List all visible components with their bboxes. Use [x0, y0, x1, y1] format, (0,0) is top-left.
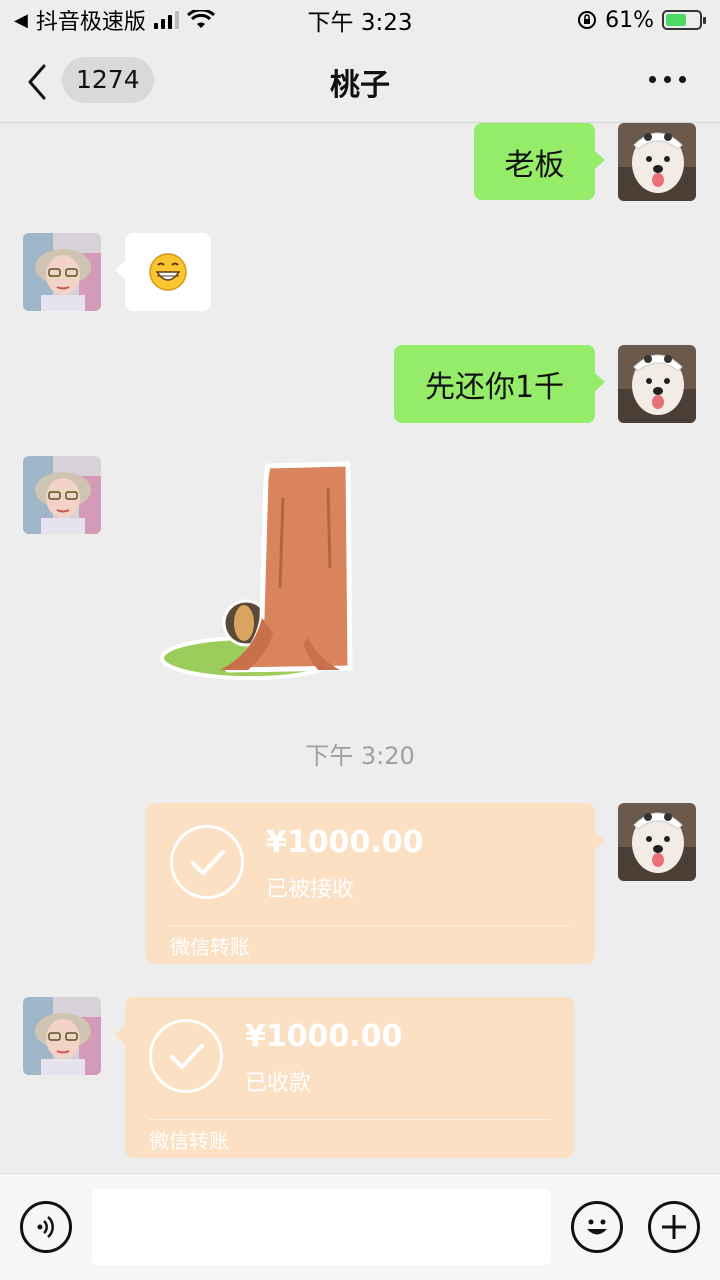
message-bubble-contact[interactable]: [115, 233, 211, 311]
voice-icon: [37, 1216, 54, 1238]
girl-avatar-icon: [23, 233, 101, 311]
message-text: 老板: [504, 147, 565, 183]
page-title: 桃子: [330, 68, 390, 103]
back-triangle-icon: ◀: [14, 9, 28, 31]
message-text: 先还你1千: [424, 370, 565, 405]
transfer-amount: ¥1000.00: [245, 1019, 403, 1054]
voice-button[interactable]: [20, 1201, 72, 1253]
chat-timestamp: 下午 3:20: [305, 742, 415, 770]
grin-emoji-icon: [149, 253, 187, 291]
check-circle-icon: [170, 825, 244, 899]
tree-stump-sticker-icon: [160, 461, 353, 680]
tree-stump-sticker[interactable]: [158, 458, 358, 683]
wifi-icon: [186, 10, 215, 28]
status-bar-right: 61%: [577, 7, 706, 33]
transfer-divider: [149, 1119, 550, 1120]
dog-avatar-icon: [618, 123, 696, 201]
transfer-card-contact[interactable]: ¥1000.00 已收款 微信转账: [115, 997, 574, 1158]
more-button[interactable]: [649, 76, 686, 83]
status-bar-left[interactable]: ◀ 抖音极速版: [14, 4, 215, 36]
avatar-self[interactable]: [618, 123, 696, 201]
girl-avatar-icon: [23, 997, 101, 1075]
dog-avatar-icon: [618, 345, 696, 423]
battery-icon: [662, 10, 706, 30]
avatar-contact[interactable]: [23, 456, 101, 534]
emoji-button[interactable]: [571, 1201, 623, 1253]
battery-fill: [666, 14, 686, 26]
rotation-lock-icon: [578, 11, 597, 29]
status-bar: ◀ 抖音极速版 下午 3:23 61%: [0, 0, 720, 40]
check-circle-icon: [149, 1019, 223, 1093]
girl-avatar-icon: [23, 456, 101, 534]
transfer-status: 已收款: [245, 1071, 312, 1096]
avatar-self[interactable]: [618, 345, 696, 423]
chat-header: 1274 桃子: [0, 40, 720, 123]
message-bubble-self[interactable]: 老板: [474, 123, 605, 200]
more-dot-icon: [664, 76, 671, 83]
message-input[interactable]: [92, 1189, 551, 1265]
transfer-card-self[interactable]: ¥1000.00 已被接收 微信转账: [146, 803, 605, 964]
more-dot-icon: [679, 76, 686, 83]
input-bar: [0, 1173, 720, 1280]
transfer-label: 微信转账: [170, 935, 250, 959]
plus-button[interactable]: [648, 1201, 700, 1253]
transfer-label: 微信转账: [149, 1129, 229, 1153]
back-app-label: 抖音极速版: [35, 10, 146, 35]
emoji-icon: [587, 1219, 607, 1235]
signal-icon: [153, 11, 179, 29]
chat-area[interactable]: 老板 先还你1千 下午 3:20 ¥1000.00 已被接收 微信转账 ¥100…: [0, 123, 720, 1173]
message-bubble-self[interactable]: 先还你1千: [394, 345, 605, 423]
transfer-status: 已被接收: [266, 877, 355, 902]
dog-avatar-icon: [618, 803, 696, 881]
battery-percent: 61%: [605, 7, 654, 33]
avatar-contact[interactable]: [23, 233, 101, 311]
avatar-self[interactable]: [618, 803, 696, 881]
transfer-amount: ¥1000.00: [266, 825, 424, 860]
transfer-divider: [170, 925, 571, 926]
more-dot-icon: [649, 76, 656, 83]
avatar-contact[interactable]: [23, 997, 101, 1075]
plus-icon: [662, 1215, 686, 1239]
